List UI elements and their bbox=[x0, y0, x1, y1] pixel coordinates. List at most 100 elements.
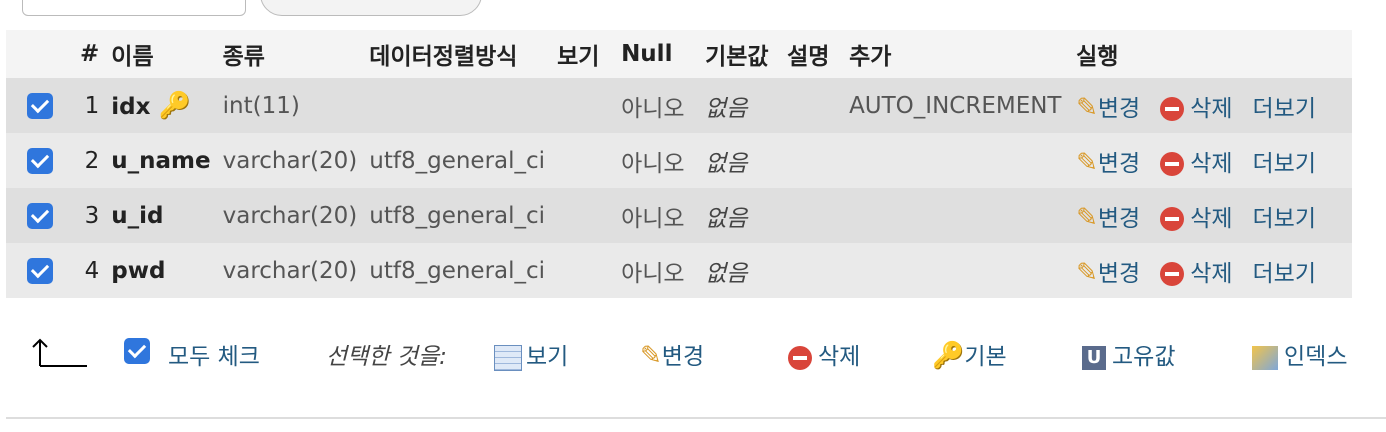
change-button[interactable]: ✎변경 bbox=[1076, 203, 1140, 233]
row-checkbox-cell[interactable] bbox=[6, 243, 74, 298]
key-icon: 🔑 bbox=[932, 341, 965, 371]
column-null: 아니오 bbox=[615, 133, 700, 188]
table-row: 3 u_id varchar(20) utf8_general_ci 아니오 없… bbox=[6, 188, 1352, 243]
column-name: pwd bbox=[111, 257, 166, 284]
row-checkbox[interactable] bbox=[27, 92, 53, 119]
more-button[interactable]: 더보기 bbox=[1253, 96, 1316, 122]
bulk-primary-label: 기본 bbox=[964, 344, 1007, 370]
column-type: varchar(20) bbox=[216, 243, 364, 298]
more-label: 더보기 bbox=[1252, 205, 1316, 232]
bulk-index-button[interactable]: 인덱스 bbox=[1252, 337, 1347, 371]
check-all-checkbox[interactable] bbox=[124, 337, 150, 364]
header-null[interactable]: Null bbox=[615, 30, 700, 78]
drop-button[interactable]: 삭제 bbox=[1160, 206, 1233, 232]
bulk-unique-button[interactable]: U 고유값 bbox=[1082, 337, 1175, 371]
column-extra bbox=[843, 243, 1071, 298]
row-actions: ✎변경 삭제 더보기 bbox=[1070, 188, 1352, 243]
column-default: 없음 bbox=[699, 243, 782, 298]
drop-label: 삭제 bbox=[1190, 260, 1233, 287]
header-extra[interactable]: 추가 bbox=[843, 30, 1071, 78]
header-default[interactable]: 기본값 bbox=[699, 30, 782, 78]
more-label: 더보기 bbox=[1252, 150, 1316, 177]
bulk-drop-label: 삭제 bbox=[818, 344, 861, 370]
row-checkbox[interactable] bbox=[27, 257, 53, 284]
header-action: 실행 bbox=[1070, 30, 1352, 78]
change-label: 변경 bbox=[1097, 260, 1141, 287]
change-button[interactable]: ✎변경 bbox=[1076, 93, 1140, 123]
column-extra bbox=[843, 188, 1071, 243]
column-attributes bbox=[551, 188, 616, 243]
column-type: varchar(20) bbox=[216, 133, 364, 188]
more-label: 더보기 bbox=[1252, 260, 1316, 287]
column-extra: AUTO_INCREMENT bbox=[843, 78, 1071, 133]
with-selected-label: 선택한 것을: bbox=[326, 344, 447, 370]
drop-button[interactable]: 삭제 bbox=[1160, 95, 1233, 122]
more-button[interactable]: 더보기 bbox=[1253, 151, 1316, 177]
row-number: 4 bbox=[74, 243, 106, 298]
header-type[interactable]: 종류 bbox=[216, 30, 364, 78]
row-checkbox[interactable] bbox=[27, 147, 53, 174]
primary-key-icon: 🔑 bbox=[158, 90, 191, 121]
header-comment[interactable]: 설명 bbox=[781, 30, 844, 78]
bulk-browse-button[interactable]: 보기 bbox=[494, 337, 568, 371]
drop-button[interactable]: 삭제 bbox=[1160, 260, 1233, 287]
drop-icon bbox=[788, 345, 812, 370]
row-number: 1 bbox=[74, 78, 106, 133]
column-collation: utf8_general_ci bbox=[363, 133, 552, 188]
more-button[interactable]: 더보기 bbox=[1253, 261, 1316, 287]
column-name: u_id bbox=[111, 202, 164, 229]
more-button[interactable]: 더보기 bbox=[1253, 206, 1316, 232]
row-number: 3 bbox=[74, 188, 106, 243]
column-attributes bbox=[551, 243, 616, 298]
bulk-index-label: 인덱스 bbox=[1284, 344, 1348, 370]
bulk-primary-button[interactable]: 🔑기본 bbox=[932, 337, 1007, 371]
column-type: varchar(20) bbox=[216, 188, 364, 243]
row-number: 2 bbox=[74, 133, 106, 188]
more-label: 더보기 bbox=[1252, 95, 1316, 122]
column-name-cell: u_name bbox=[105, 133, 217, 188]
column-comment bbox=[781, 243, 844, 298]
table-row: 4 pwd varchar(20) utf8_general_ci 아니오 없음… bbox=[6, 243, 1352, 298]
column-name-cell: pwd bbox=[105, 243, 217, 298]
change-button[interactable]: ✎변경 bbox=[1076, 148, 1141, 178]
table-header-row: # 이름 종류 데이터정렬방식 보기 Null 기본값 설명 추가 실행 bbox=[6, 30, 1352, 78]
top-input[interactable] bbox=[22, 0, 246, 16]
row-checkbox[interactable] bbox=[27, 202, 53, 229]
change-button[interactable]: ✎변경 bbox=[1076, 257, 1141, 288]
column-attributes bbox=[551, 78, 616, 133]
column-type: int(11) bbox=[216, 78, 364, 133]
column-null: 아니오 bbox=[615, 188, 700, 243]
drop-button[interactable]: 삭제 bbox=[1160, 151, 1233, 177]
index-icon bbox=[1252, 345, 1278, 370]
bulk-drop-button[interactable]: 삭제 bbox=[788, 337, 860, 371]
column-default: 없음 bbox=[699, 78, 782, 133]
column-default: 없음 bbox=[699, 133, 782, 188]
bulk-change-button[interactable]: ✎변경 bbox=[640, 337, 704, 371]
column-collation: utf8_general_ci bbox=[363, 243, 552, 298]
unique-icon: U bbox=[1082, 345, 1106, 370]
header-attributes[interactable]: 보기 bbox=[551, 30, 616, 78]
pencil-icon: ✎ bbox=[1076, 257, 1098, 288]
header-checkbox-col bbox=[6, 30, 74, 78]
check-all-label[interactable]: 모두 체크 bbox=[168, 337, 260, 371]
table-row: 1 idx 🔑 int(11) 아니오 없음 AUTO_INCREMENT ✎변… bbox=[6, 78, 1352, 133]
column-attributes bbox=[551, 133, 616, 188]
bulk-actions-bar: 모두 체크 선택한 것을: 보기 ✎변경 삭제 🔑기본 U 고유값 인덱스 bbox=[0, 325, 1386, 385]
column-comment bbox=[781, 78, 844, 133]
pencil-icon: ✎ bbox=[640, 341, 662, 371]
drop-icon bbox=[1160, 152, 1185, 176]
header-num: # bbox=[74, 30, 106, 78]
header-collation[interactable]: 데이터정렬방식 bbox=[363, 30, 552, 78]
drop-icon bbox=[1160, 97, 1185, 121]
top-button[interactable] bbox=[260, 0, 482, 16]
row-checkbox-cell[interactable] bbox=[6, 188, 74, 243]
drop-label: 삭제 bbox=[1190, 95, 1233, 122]
row-checkbox-cell[interactable] bbox=[6, 133, 74, 188]
table-row: 2 u_name varchar(20) utf8_general_ci 아니오… bbox=[6, 133, 1352, 188]
change-label: 변경 bbox=[1097, 150, 1141, 177]
bulk-browse-label[interactable]: 보기 bbox=[526, 344, 568, 370]
header-name[interactable]: 이름 bbox=[105, 30, 217, 78]
column-extra bbox=[843, 133, 1071, 188]
column-comment bbox=[781, 188, 844, 243]
row-checkbox-cell[interactable] bbox=[6, 78, 74, 133]
